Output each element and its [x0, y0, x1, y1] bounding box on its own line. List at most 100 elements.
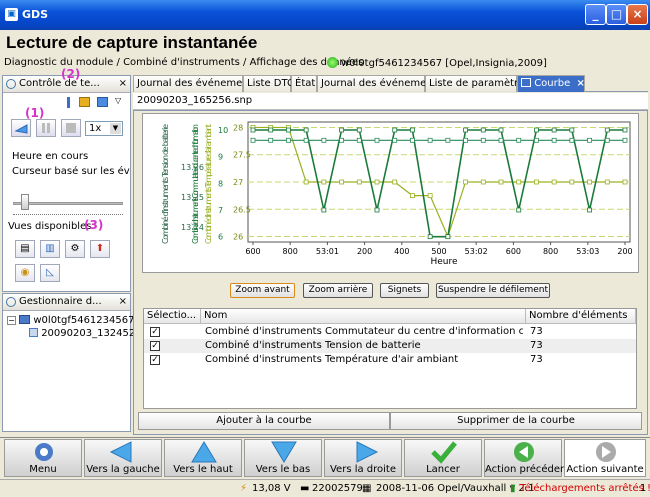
previous-icon	[514, 442, 534, 462]
tab-playback-control-label: Contrôle de te...	[19, 78, 100, 89]
voltage-value: 13,08 V	[252, 483, 291, 494]
x-axis-tick: 400	[394, 247, 409, 256]
bar-chart-icon: ▥	[45, 243, 55, 254]
time-slider-track[interactable]	[13, 202, 123, 205]
tab-curve[interactable]: Courbe ×	[517, 75, 585, 92]
pause-button[interactable]	[36, 119, 56, 137]
zoom-out-button[interactable]: Zoom arrière	[303, 283, 373, 298]
time-slider-thumb[interactable]	[21, 194, 29, 210]
view-gear-button[interactable]: ⚙	[65, 240, 85, 258]
maximize-button[interactable]: □	[606, 4, 627, 25]
series-point	[250, 127, 256, 133]
x-axis-tick: 600	[245, 247, 260, 256]
menu-label: Menu	[29, 464, 57, 475]
view-curve-button[interactable]: ◺	[40, 264, 60, 282]
view-bar-chart-button[interactable]: ▥	[40, 240, 60, 258]
stop-button[interactable]	[61, 119, 81, 137]
tab-parameter-list[interactable]: Liste de paramètres	[425, 75, 529, 92]
close-tab-icon[interactable]: ×	[119, 296, 127, 307]
play-button[interactable]	[11, 119, 31, 137]
x-axis-tick: 53:03	[576, 247, 599, 256]
series-point	[516, 137, 522, 143]
tree-node-vehicle-label: w0l0tgf5461234567	[33, 315, 135, 326]
right-button[interactable]: Vers la droite	[324, 439, 402, 477]
table-row[interactable]: ✓ Combiné d'instruments Tension de batte…	[144, 339, 636, 353]
next-action-button[interactable]: Action suivante	[564, 439, 646, 477]
series-point	[569, 137, 575, 143]
dropdown-arrow-icon: ▼	[110, 123, 121, 134]
series-point	[551, 127, 557, 133]
view-export-button[interactable]: ⬆	[90, 240, 110, 258]
series-point	[286, 137, 291, 143]
row-checkbox[interactable]: ✓	[150, 327, 160, 337]
column-header-name[interactable]: Nom	[201, 309, 526, 324]
left-button[interactable]: Vers la gauche	[84, 439, 162, 477]
series-point	[303, 127, 309, 133]
right-axis-tick: 28	[233, 123, 243, 132]
chart-area: 13.24 13.25 13.26 6 7 8 9 10 26 26.5 27 27.5 28 Combi…	[142, 113, 639, 273]
curve-tab-icon	[521, 78, 531, 87]
launch-button[interactable]: Lancer	[404, 439, 482, 477]
close-button[interactable]: ×	[627, 4, 648, 25]
breadcrumb: Diagnostic du module / Combiné d'instrum…	[4, 57, 364, 68]
series-point	[516, 179, 522, 185]
column-header-count[interactable]: Nombre d'éléments	[526, 309, 636, 324]
series-point	[587, 207, 592, 213]
remove-from-curve-button[interactable]: Supprimer de la courbe	[390, 412, 642, 430]
left-label: Vers la gauche	[86, 464, 160, 475]
close-tab-icon[interactable]: ×	[119, 78, 127, 89]
folder-add-icon[interactable]	[79, 97, 90, 107]
row-count: 73	[530, 354, 543, 365]
chevron-down-icon[interactable]: ▽	[115, 96, 121, 105]
tab-event-journal-2[interactable]: Journal des événements	[317, 75, 442, 92]
annotation-3: (3)	[84, 218, 104, 232]
series-point	[516, 207, 522, 213]
tree-node-snapshot[interactable]: 20090203_132452	[29, 328, 135, 339]
tab-state[interactable]: État	[291, 75, 317, 92]
up-button[interactable]: Vers le haut	[164, 439, 242, 477]
launch-label: Lancer	[426, 464, 460, 475]
series-point	[410, 137, 415, 143]
right-axis-tick: 27	[233, 178, 243, 187]
view-gauge-button[interactable]: ◉	[15, 264, 35, 282]
gear-icon: ⚙	[70, 243, 80, 254]
play-icon	[14, 124, 28, 134]
annotation-1: (1)	[25, 106, 45, 120]
view-table-button[interactable]: ▤	[15, 240, 35, 258]
series-point	[392, 137, 398, 143]
series-point	[356, 137, 362, 143]
minimize-button[interactable]: _	[585, 4, 606, 25]
series-point	[339, 137, 344, 143]
series-point	[268, 127, 274, 133]
menu-button[interactable]: Menu	[4, 439, 82, 477]
folder-open-icon[interactable]	[97, 97, 108, 107]
menu-icon	[35, 443, 53, 461]
suspend-scroll-button[interactable]: Suspendre le défilement	[436, 283, 550, 298]
file-name: 20090203_165256.snp	[133, 93, 648, 110]
close-tab-icon[interactable]: ×	[576, 78, 584, 89]
previous-action-button[interactable]: Action précédente	[484, 439, 576, 477]
zoom-in-button[interactable]: Zoom avant	[230, 283, 295, 298]
bookmarks-button[interactable]: Signets	[380, 283, 429, 298]
row-checkbox[interactable]: ✓	[150, 341, 160, 351]
tree-node-vehicle[interactable]: − w0l0tgf5461234567	[7, 315, 134, 326]
pin-icon[interactable]	[67, 97, 70, 108]
arrow-down-icon	[271, 441, 297, 463]
table-row[interactable]: ✓ Combiné d'instruments Commutateur du c…	[144, 325, 636, 339]
column-header-selection[interactable]: Sélectio...	[144, 309, 201, 324]
tab-manager[interactable]: Gestionnaire d... ×	[3, 294, 130, 311]
series-point	[622, 179, 628, 185]
add-to-curve-button[interactable]: Ajouter à la courbe	[138, 412, 390, 430]
parameter-table: Sélectio... Nom Nombre d'éléments ✓ Comb…	[143, 308, 637, 409]
row-checkbox[interactable]: ✓	[150, 355, 160, 365]
speed-select[interactable]: 1x ▼	[85, 121, 123, 136]
series-point	[463, 137, 468, 143]
tab-dtc-list[interactable]: Liste DTC	[243, 75, 294, 92]
tab-event-journal[interactable]: Journal des événements	[133, 75, 258, 92]
panel-toolbar: ▽	[63, 96, 129, 109]
table-row[interactable]: ✓ Combiné d'instruments Température d'ai…	[144, 353, 636, 367]
collapse-icon[interactable]: −	[7, 316, 16, 325]
series-point	[339, 127, 344, 133]
mid-axis-tick: 7	[218, 206, 223, 215]
down-button[interactable]: Vers le bas	[244, 439, 322, 477]
